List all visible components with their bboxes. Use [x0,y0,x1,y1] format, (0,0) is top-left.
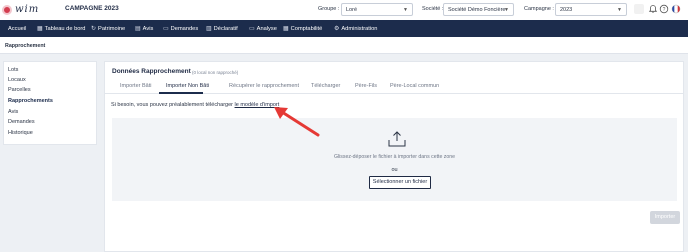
nav-declaratif[interactable]: ▥ Déclaratif [206,20,238,37]
tab-importer-bati[interactable]: Importer Bâti [120,83,151,89]
logo[interactable]: wim [2,4,39,15]
sidebar-item-parcelles[interactable]: Parcelles [8,87,31,93]
campaign-title: CAMPAGNE 2023 [65,5,119,12]
help-icon[interactable]: ? [659,4,669,14]
dropzone-or: ou [391,167,398,173]
groupe-label: Groupe : [318,6,340,12]
gear-icon: ⚙ [334,26,340,32]
nav-administration[interactable]: ⚙ Administration [334,20,377,37]
help-prefix: Si besoin, vous pouvez préalablement tél… [111,102,235,108]
nav-comptabilite[interactable]: ▦ Comptabilité [283,20,322,37]
refresh-icon: ↻ [91,26,97,32]
document-icon: ▤ [135,26,141,32]
nav-label: Déclaratif [213,25,238,32]
sidebar-item-lots[interactable]: Lots [8,67,18,73]
bell-icon[interactable] [648,4,658,14]
svg-text:?: ? [663,7,666,13]
tabs: Importer Bâti Importer Non Bâti Récupére… [105,79,683,94]
sidebar-item-historique[interactable]: Historique [8,130,33,136]
chevron-down-icon: ▼ [403,7,408,13]
sidebar-item-demandes[interactable]: Demandes [8,119,35,125]
sidebar: Lots Locaux Parcelles Rapprochements Avi… [3,61,97,145]
chevron-down-icon: ▼ [617,7,622,13]
sidebar-item-avis[interactable]: Avis [8,109,18,115]
file-dropzone[interactable]: Glissez-déposer le fichier à importer da… [112,118,677,201]
logo-text: wim [15,4,40,15]
ledger-icon: ▥ [206,26,212,32]
flag-fr-icon[interactable] [671,4,681,14]
rapprochement-card: Données Rapprochement (0 local non rappr… [104,61,684,252]
societe-value: Société Démo Foncière [448,7,506,13]
nav-accueil[interactable]: Accueil [8,20,26,37]
nav-label: Accueil [8,25,27,32]
nav-patrimoine[interactable]: ↻ Patrimoine [91,20,125,37]
societe-select[interactable]: Société Démo Foncière ▼ [443,3,514,16]
help-text: Si besoin, vous pouvez préalablement tél… [111,102,279,108]
campagne-value: 2023 [560,7,573,13]
search-icon[interactable] [634,4,644,14]
top-header: wim CAMPAGNE 2023 Groupe : Loré ▼ Sociét… [0,0,688,20]
tab-importer-non-bati[interactable]: Importer Non Bâti [166,83,209,89]
societe-label: Société : [422,6,444,12]
tab-pere-local-commun[interactable]: Père-Local commun [390,83,439,89]
active-tab-indicator [159,92,203,94]
nav-label: Analyse [256,25,277,32]
card-title: Données Rapprochement [112,68,191,75]
upload-icon [388,131,406,147]
campagne-select[interactable]: 2023 ▼ [555,3,627,16]
groupe-select[interactable]: Loré ▼ [341,3,413,16]
main-nav: Accueil ▦ Tableau de bord ↻ Patrimoine ▤… [0,20,688,37]
inbox-icon: ▭ [163,26,169,32]
nav-demandes[interactable]: ▭ Demandes [163,20,198,37]
nav-tableau-de-bord[interactable]: ▦ Tableau de bord [37,20,85,37]
sidebar-item-rapprochements[interactable]: Rapprochements [8,98,53,104]
tab-pere-fils[interactable]: Père-Fils [355,83,377,89]
nav-label: Comptabilité [290,25,323,32]
breadcrumb-bar: Rapprochement [0,37,688,54]
nav-label: Administration [341,25,378,32]
nav-label: Patrimoine [98,25,126,32]
folder-icon: ▭ [249,26,255,32]
card-subtitle: (0 local non rapproché) [192,70,239,75]
nav-analyse[interactable]: ▭ Analyse [249,20,277,37]
nav-avis[interactable]: ▤ Avis [135,20,153,37]
breadcrumb: Rapprochement [5,43,46,49]
calculator-icon: ▦ [283,26,289,32]
nav-label: Demandes [170,25,199,32]
nav-label: Tableau de bord [44,25,86,32]
chevron-down-icon: ▼ [504,7,509,13]
groupe-value: Loré [346,7,358,13]
campagne-label: Campagne : [524,6,554,12]
tab-telecharger[interactable]: Télécharger [311,83,340,89]
grid-icon: ▦ [37,26,43,32]
tab-recuperer-rapprochement[interactable]: Récupérer le rapprochement [229,83,299,89]
import-button[interactable]: Importer [650,211,680,224]
select-file-button[interactable]: Sélectionner un fichier [369,176,431,189]
dropzone-text: Glissez-déposer le fichier à importer da… [333,154,456,160]
nav-label: Avis [142,25,154,32]
annotation-arrow-icon [274,107,320,137]
logo-mark-icon [2,4,12,15]
sidebar-item-locaux[interactable]: Locaux [8,77,26,83]
